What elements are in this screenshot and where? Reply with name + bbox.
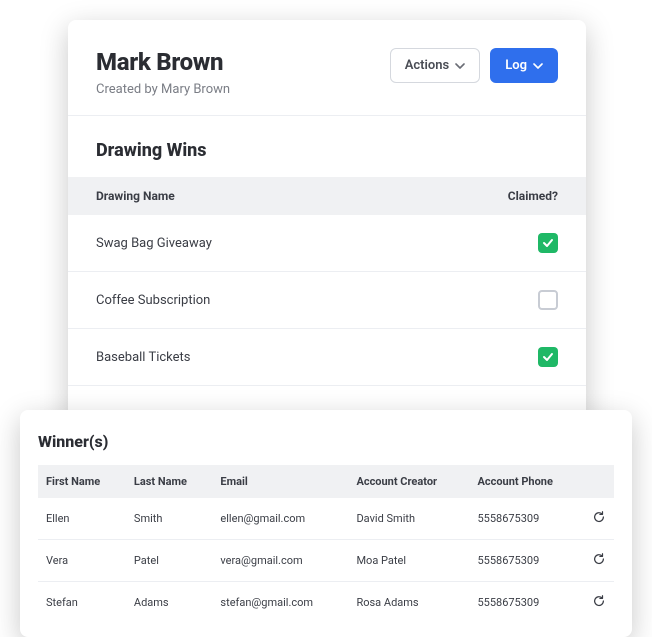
- actions-button[interactable]: Actions: [390, 48, 481, 83]
- last-name-cell: Patel: [126, 540, 213, 582]
- phone-cell: 5558675309: [469, 582, 584, 624]
- person-name: Mark Brown: [96, 48, 230, 76]
- table-row: EllenSmithellen@gmail.comDavid Smith5558…: [38, 498, 614, 540]
- first-name-cell: Stefan: [38, 582, 126, 624]
- winners-table: First Name Last Name Email Account Creat…: [38, 465, 614, 623]
- col-first-name: First Name: [38, 465, 126, 498]
- phone-cell: 5558675309: [469, 498, 584, 540]
- row-action-cell: [584, 540, 614, 582]
- email-cell: vera@gmail.com: [212, 540, 348, 582]
- creator-cell[interactable]: Moa Patel: [348, 540, 469, 582]
- winners-card: Winner(s) First Name Last Name Email Acc…: [20, 410, 632, 637]
- drawing-table-header: Drawing Name Claimed?: [68, 177, 586, 215]
- winners-header-row: First Name Last Name Email Account Creat…: [38, 465, 614, 498]
- chevron-down-icon: [455, 61, 465, 71]
- claimed-checkbox[interactable]: [538, 347, 558, 367]
- chevron-down-icon: [533, 61, 543, 71]
- drawing-name: Swag Bag Giveaway: [96, 236, 212, 251]
- email-cell: stefan@gmail.com: [212, 582, 348, 624]
- first-name-cell: Vera: [38, 540, 126, 582]
- col-drawing-name: Drawing Name: [96, 189, 175, 203]
- claimed-checkbox[interactable]: [538, 290, 558, 310]
- header-buttons: Actions Log: [390, 48, 558, 83]
- drawing-name: Coffee Subscription: [96, 293, 210, 308]
- drawing-name: Baseball Tickets: [96, 350, 190, 365]
- last-name-cell: Adams: [126, 582, 213, 624]
- row-action-cell: [584, 582, 614, 624]
- divider: [68, 115, 586, 116]
- drawing-rows: Swag Bag Giveaway Coffee Subscription Base…: [68, 215, 586, 386]
- check-icon: [542, 351, 554, 363]
- claimed-checkbox[interactable]: [538, 233, 558, 253]
- profile-card: Mark Brown Created by Mary Brown Actions…: [68, 20, 586, 446]
- drawing-wins-title: Drawing Wins: [68, 140, 586, 177]
- last-name-cell: Smith: [126, 498, 213, 540]
- refresh-icon[interactable]: [592, 552, 606, 566]
- col-last-name: Last Name: [126, 465, 213, 498]
- created-by-label: Created by Mary Brown: [96, 82, 230, 97]
- drawing-row: Baseball Tickets: [68, 329, 586, 386]
- profile-title-block: Mark Brown Created by Mary Brown: [96, 48, 230, 97]
- table-row: VeraPatelvera@gmail.comMoa Patel55586753…: [38, 540, 614, 582]
- log-button-label: Log: [505, 58, 527, 73]
- col-email: Email: [212, 465, 348, 498]
- phone-cell: 5558675309: [469, 540, 584, 582]
- actions-button-label: Actions: [405, 58, 450, 73]
- refresh-icon[interactable]: [592, 594, 606, 608]
- refresh-icon[interactable]: [592, 510, 606, 524]
- col-claimed: Claimed?: [508, 189, 558, 203]
- email-cell: ellen@gmail.com: [212, 498, 348, 540]
- col-account-phone: Account Phone: [469, 465, 584, 498]
- row-action-cell: [584, 498, 614, 540]
- first-name-cell: Ellen: [38, 498, 126, 540]
- drawing-row: Swag Bag Giveaway: [68, 215, 586, 272]
- log-button[interactable]: Log: [490, 48, 558, 83]
- creator-cell[interactable]: Rosa Adams: [348, 582, 469, 624]
- creator-cell[interactable]: David Smith: [348, 498, 469, 540]
- table-row: StefanAdamsstefan@gmail.comRosa Adams555…: [38, 582, 614, 624]
- col-account-creator: Account Creator: [348, 465, 469, 498]
- col-action: [584, 465, 614, 498]
- winners-title: Winner(s): [38, 432, 614, 451]
- profile-header: Mark Brown Created by Mary Brown Actions…: [68, 48, 586, 115]
- drawing-row: Coffee Subscription: [68, 272, 586, 329]
- check-icon: [542, 237, 554, 249]
